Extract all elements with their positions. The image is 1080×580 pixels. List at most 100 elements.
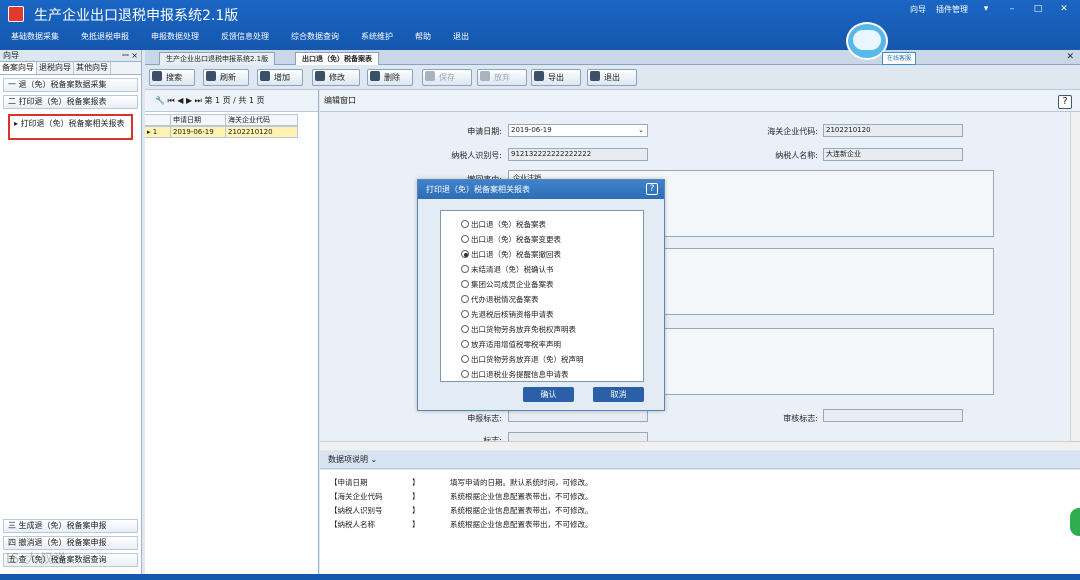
- report-option[interactable]: 集团公司成员企业备案表: [441, 277, 643, 292]
- menu-maintenance[interactable]: 系统维护: [350, 27, 404, 47]
- save-button[interactable]: 保存: [422, 69, 472, 86]
- report-option[interactable]: 先退税后核销资格申请表: [441, 307, 643, 322]
- next-page-icon[interactable]: ▶: [186, 96, 192, 105]
- radio-icon: [461, 280, 469, 288]
- vertical-scrollbar[interactable]: [1070, 112, 1080, 442]
- menu-query[interactable]: 综合数据查询: [280, 27, 350, 47]
- close-icon[interactable]: ✕: [1056, 3, 1072, 15]
- pin-icon[interactable]: ꟷ ×: [122, 50, 138, 61]
- add-button[interactable]: 增加: [257, 69, 303, 86]
- radio-icon: [461, 235, 469, 243]
- help-icon[interactable]: ?: [1058, 95, 1072, 109]
- close-tab-icon[interactable]: ✕: [1066, 52, 1074, 62]
- nav-item-generate[interactable]: 三 生成退（免）税备案申报: [3, 519, 138, 533]
- plugin-manager-link[interactable]: 插件管理: [936, 4, 968, 15]
- horizontal-scrollbar[interactable]: [320, 441, 1080, 450]
- taxpayer-id-field: 912132222222222222: [508, 148, 648, 161]
- list-item: 【海关企业代码】系统根据企业信息配置表带出，不可修改。: [330, 492, 593, 501]
- cancel-dialog-button[interactable]: 取消: [593, 387, 644, 402]
- add-icon: [260, 71, 270, 81]
- data-item-explain-title: 数据项说明 ⌄: [320, 451, 1080, 469]
- radio-icon: [461, 310, 469, 318]
- export-button[interactable]: 导出: [531, 69, 581, 86]
- left-nav-tabs: 备案向导 退税向导 其他向导: [0, 62, 141, 75]
- edit-button[interactable]: 修改: [312, 69, 360, 86]
- list-item: 【纳税人名称】系统根据企业信息配置表带出，不可修改。: [330, 520, 593, 529]
- radio-icon: [461, 220, 469, 228]
- menu-help[interactable]: 帮助: [404, 27, 442, 47]
- prev-page-icon[interactable]: ◀: [177, 96, 183, 105]
- online-service-badge[interactable]: 在线客服: [882, 52, 916, 65]
- dropdown-icon[interactable]: ▾: [978, 3, 994, 15]
- radio-icon: [461, 295, 469, 303]
- radio-icon: [461, 370, 469, 378]
- radio-selected-icon: [461, 250, 469, 258]
- declare-flag-label: 申报标志:: [467, 414, 502, 423]
- menu-basic-data[interactable]: 基础数据采集: [0, 27, 70, 47]
- delete-button[interactable]: 删除: [367, 69, 413, 86]
- report-options-list: 出口退（免）税备案表 出口退（免）税备案变更表 出口退（免）税备案撤回表 未结清…: [440, 210, 644, 382]
- row-index: ▸ 1: [145, 126, 171, 138]
- menu-feedback[interactable]: 反馈信息处理: [210, 27, 280, 47]
- review-flag-label: 审核标志:: [783, 414, 818, 423]
- report-option[interactable]: 出口退（免）税备案表: [441, 217, 643, 232]
- cancel-icon: [480, 71, 490, 81]
- grid-header-code[interactable]: 海关企业代码: [226, 114, 298, 126]
- report-option[interactable]: 出口退（免）税备案撤回表: [441, 247, 643, 262]
- list-item: 【纳税人识别号】系统根据企业信息配置表带出，不可修改。: [330, 506, 593, 515]
- nav-subitem-label: 打印退（免）税备案相关报表: [20, 119, 125, 128]
- list-item: 【申请日期】填写申请的日期。默认系统时间，可修改。: [330, 478, 593, 487]
- row-code: 2102210120: [226, 126, 298, 138]
- report-option[interactable]: 出口货物劳务放弃免税权声明表: [441, 322, 643, 337]
- menu-bar: 基础数据采集 免抵退税申报 申报数据处理 反馈信息处理 综合数据查询 系统维护 …: [0, 27, 480, 47]
- taxpayer-name-label: 纳税人名称:: [775, 151, 818, 160]
- tab-home[interactable]: 生产企业出口退税申报系统2.1版: [159, 52, 276, 65]
- tab-other-guide[interactable]: 其他向导: [74, 62, 111, 74]
- left-nav-panel: 向导 ꟷ × 备案向导 退税向导 其他向导 一 退（免）税备案数据采集 二 打印…: [0, 50, 142, 574]
- first-page-icon[interactable]: ⏮: [168, 96, 175, 105]
- dialog-help-icon[interactable]: ?: [646, 183, 658, 195]
- report-option[interactable]: 出口货物劳务放弃退（免）税声明: [441, 352, 643, 367]
- confirm-button[interactable]: 确认: [523, 387, 574, 402]
- tab-refund-guide[interactable]: 退税向导: [37, 62, 74, 74]
- report-option[interactable]: 出口退（免）税备案变更表: [441, 232, 643, 247]
- radio-icon: [461, 355, 469, 363]
- menu-exit[interactable]: 退出: [442, 27, 480, 47]
- nav-subitem-print-reports[interactable]: ▸ 打印退（免）税备案相关报表: [8, 114, 133, 140]
- menu-data-process[interactable]: 申报数据处理: [140, 27, 210, 47]
- refresh-button[interactable]: 刷新: [203, 69, 249, 86]
- data-item-explain-list: 【申请日期】填写申请的日期。默认系统时间，可修改。 【海关企业代码】系统根据企业…: [320, 470, 1080, 574]
- edit-window-title: 编辑窗口: [320, 90, 1080, 112]
- minimize-icon[interactable]: –: [1004, 3, 1020, 15]
- apply-date-field[interactable]: 2019-06-19 ⌄: [508, 124, 648, 137]
- report-option[interactable]: 放弃适用增值税零税率声明: [441, 337, 643, 352]
- last-page-icon[interactable]: ⏭: [195, 96, 202, 105]
- delete-icon: [370, 71, 380, 81]
- table-row[interactable]: ▸ 1 2019-06-19 2102210120: [145, 126, 298, 138]
- grid-header-date[interactable]: 申请日期: [171, 114, 226, 126]
- watermark: IS 大叔说: [6, 552, 68, 567]
- apply-date-label: 申请日期:: [467, 127, 502, 136]
- tools-icon[interactable]: 🔧: [155, 96, 165, 105]
- report-option[interactable]: 未结清退（免）税确认书: [441, 262, 643, 277]
- nav-item-print[interactable]: 二 打印退（免）税备案报表: [3, 95, 138, 109]
- search-button[interactable]: 搜索: [149, 69, 195, 86]
- menu-declare[interactable]: 免抵退税申报: [70, 27, 140, 47]
- search-icon: [152, 71, 162, 81]
- dialog-title: 打印退（免）税备案相关报表: [418, 180, 664, 199]
- cancel-button[interactable]: 放弃: [477, 69, 527, 86]
- tab-filing-guide[interactable]: 备案向导: [0, 62, 37, 74]
- row-date: 2019-06-19: [171, 126, 226, 138]
- guide-link[interactable]: 向导: [910, 4, 926, 15]
- review-flag-field: [823, 409, 963, 422]
- assistant-mascot[interactable]: 在线客服: [838, 18, 916, 74]
- customs-code-label: 海关企业代码:: [767, 127, 818, 136]
- collapse-icon[interactable]: ⌄: [371, 455, 378, 464]
- report-option[interactable]: 代办退税情况备案表: [441, 292, 643, 307]
- report-option[interactable]: 出口退税业务提醒信息申请表: [441, 367, 643, 382]
- tab-filing-form[interactable]: 出口退（免）税备案表: [295, 52, 379, 65]
- exit-button[interactable]: 退出: [587, 69, 637, 86]
- maximize-icon[interactable]: □: [1030, 3, 1046, 15]
- floating-service-button[interactable]: [1070, 508, 1080, 536]
- nav-item-collect[interactable]: 一 退（免）税备案数据采集: [3, 78, 138, 92]
